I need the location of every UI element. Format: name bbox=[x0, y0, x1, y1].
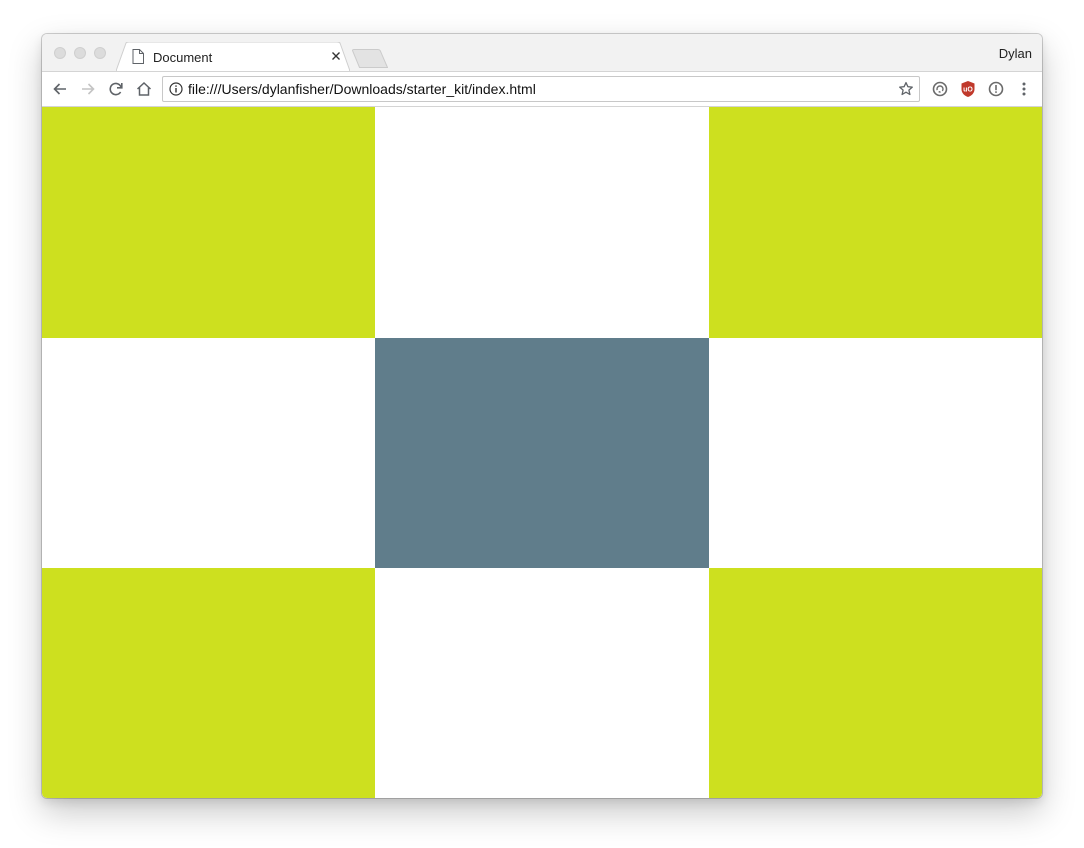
grid-cell-2 bbox=[375, 107, 709, 338]
extension-info-icon[interactable] bbox=[986, 79, 1006, 99]
star-icon[interactable] bbox=[898, 81, 914, 97]
reload-icon[interactable] bbox=[106, 79, 126, 99]
tab-document[interactable]: Document bbox=[116, 42, 350, 71]
grid-cell-5 bbox=[375, 338, 709, 568]
window-close-control[interactable] bbox=[54, 47, 66, 59]
title-bar: Document Dylan bbox=[42, 34, 1042, 71]
page-viewport bbox=[42, 107, 1042, 798]
ublock-origin-icon[interactable]: uO bbox=[958, 79, 978, 99]
tab-title: Document bbox=[153, 50, 213, 65]
close-icon[interactable] bbox=[329, 49, 343, 63]
grid-cell-9 bbox=[709, 568, 1042, 798]
profile-name[interactable]: Dylan bbox=[999, 46, 1032, 61]
tab-shape bbox=[116, 42, 350, 71]
window-zoom-control[interactable] bbox=[94, 47, 106, 59]
new-tab-button[interactable] bbox=[351, 49, 389, 68]
forward-arrow-icon[interactable] bbox=[78, 79, 98, 99]
document-icon bbox=[132, 49, 144, 64]
svg-text:uO: uO bbox=[963, 87, 973, 94]
grid-cell-6 bbox=[709, 338, 1042, 568]
url-text[interactable]: file:///Users/dylanfisher/Downloads/star… bbox=[188, 81, 536, 97]
info-icon[interactable] bbox=[169, 82, 183, 96]
browser-window: Document Dylan file:///Users/dylanfisher… bbox=[42, 34, 1042, 798]
grid-cell-7 bbox=[42, 568, 375, 798]
back-arrow-icon[interactable] bbox=[50, 79, 70, 99]
toolbar: file:///Users/dylanfisher/Downloads/star… bbox=[42, 71, 1042, 107]
address-bar[interactable]: file:///Users/dylanfisher/Downloads/star… bbox=[162, 76, 920, 102]
grid-cell-1 bbox=[42, 107, 375, 338]
grid-cell-3 bbox=[709, 107, 1042, 338]
menu-kebab-icon[interactable] bbox=[1014, 79, 1034, 99]
sync-extension-icon[interactable] bbox=[930, 79, 950, 99]
window-minimize-control[interactable] bbox=[74, 47, 86, 59]
grid-cell-8 bbox=[375, 568, 709, 798]
home-icon[interactable] bbox=[134, 79, 154, 99]
grid-cell-4 bbox=[42, 338, 375, 568]
